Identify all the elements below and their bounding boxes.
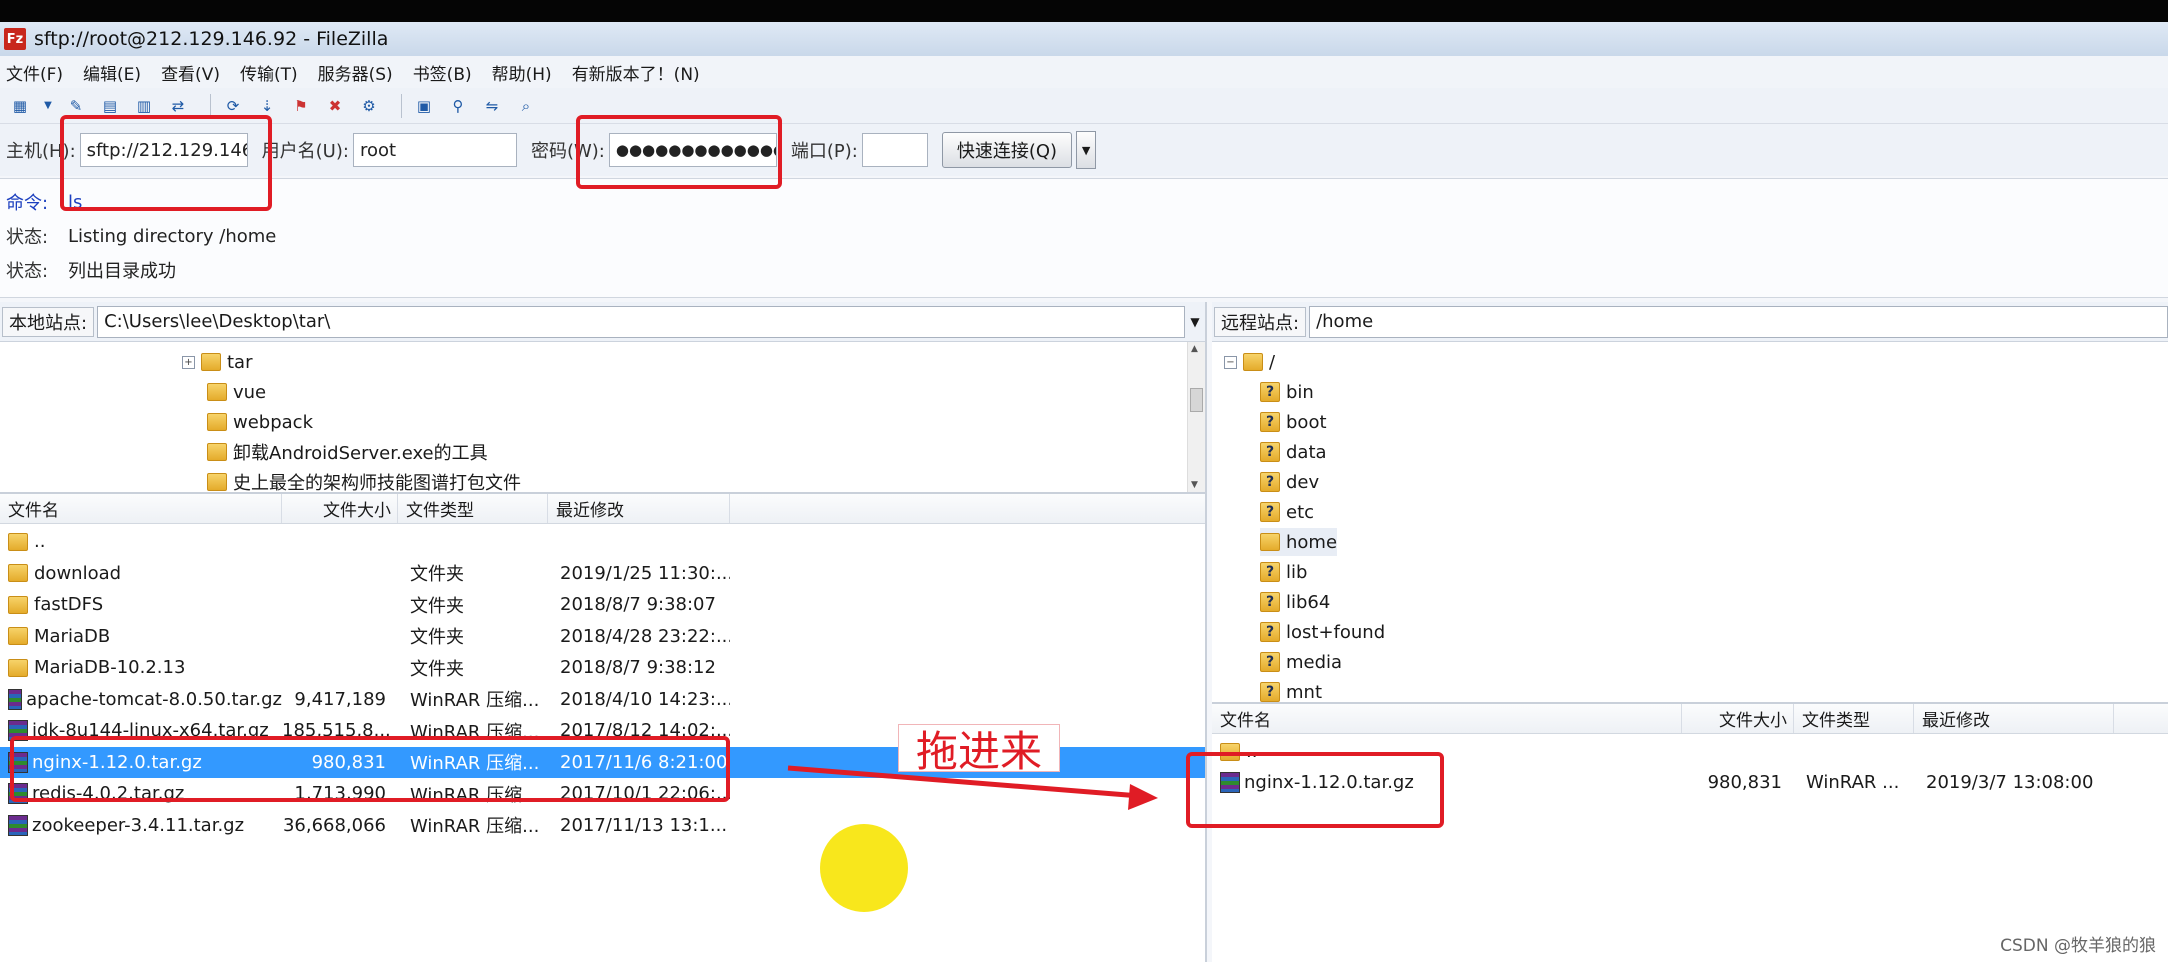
watermark: CSDN @牧羊狼的狼 [2000, 936, 2156, 956]
drag-arrow [787, 765, 1158, 810]
filezilla-window: Fz sftp://root@212.129.146.92 - FileZill… [0, 0, 2168, 962]
cursor-highlight [820, 824, 908, 912]
drag-annotation: 拖进来 [898, 724, 1060, 776]
